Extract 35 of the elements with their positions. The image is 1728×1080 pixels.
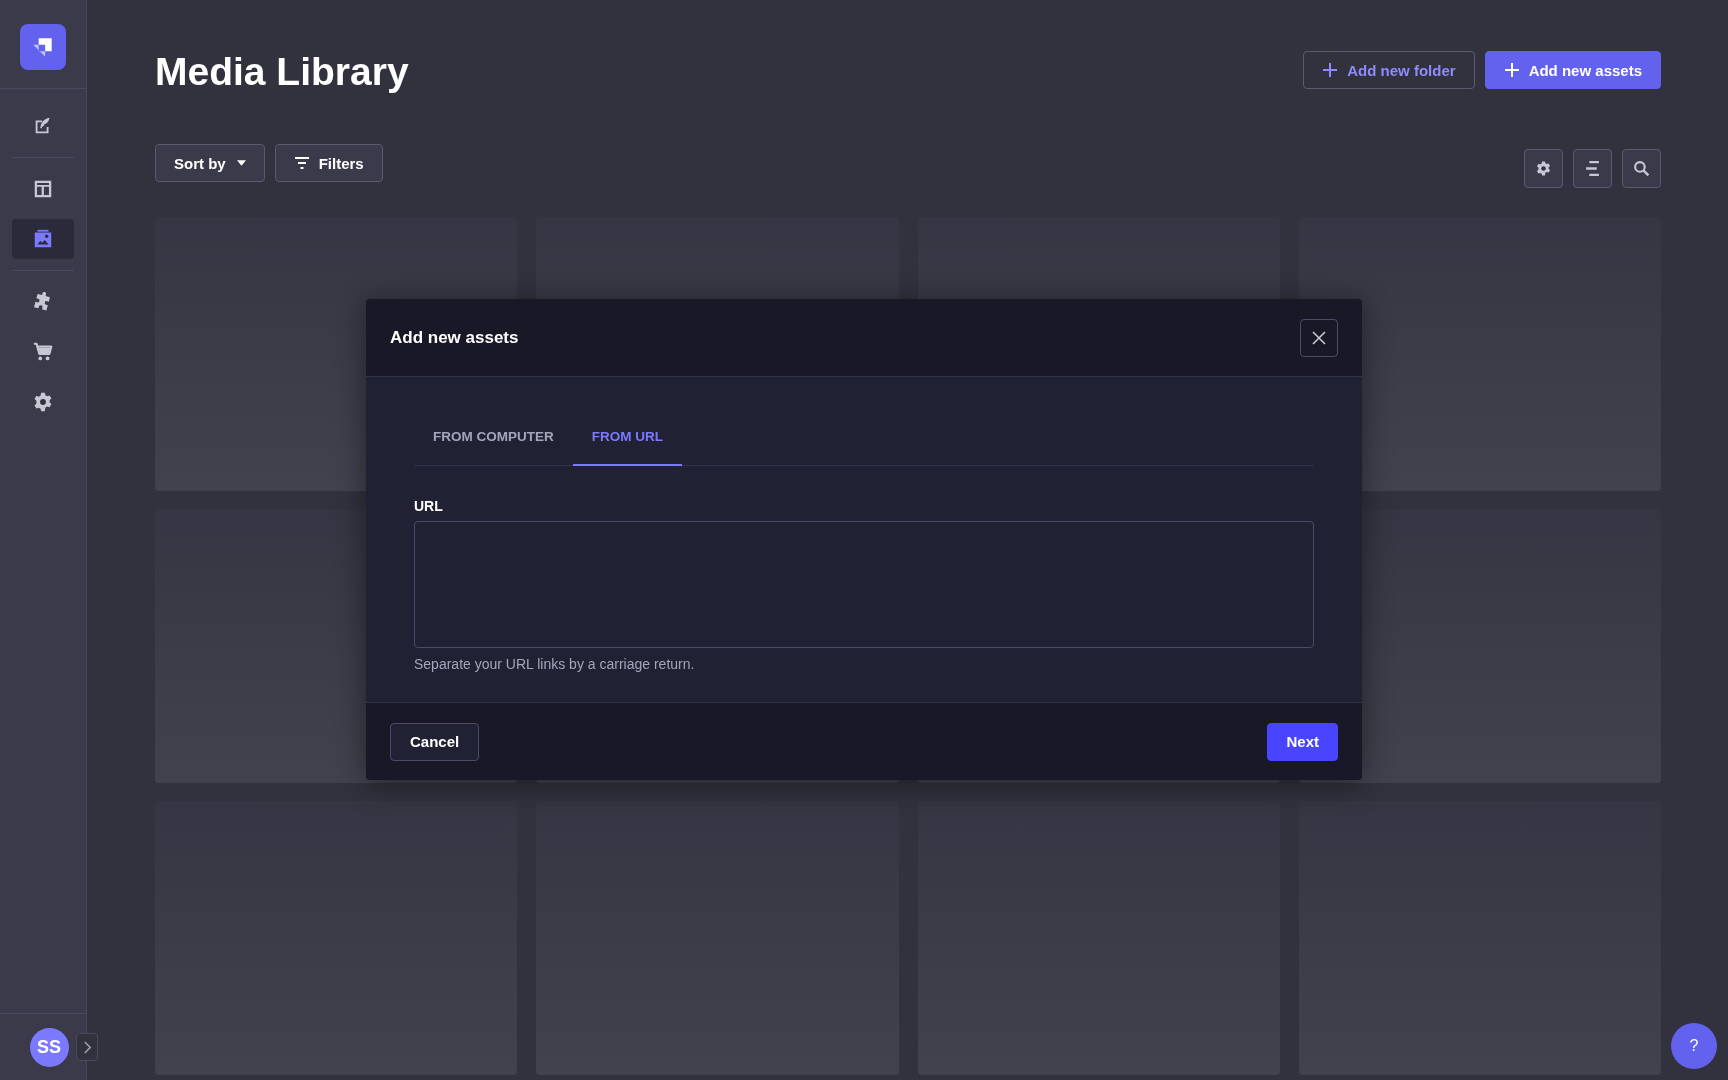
url-input-field[interactable]: [414, 521, 1314, 648]
cart-icon: [32, 341, 54, 363]
search-icon: [1633, 160, 1650, 177]
user-avatar[interactable]: SS: [29, 1027, 69, 1067]
dialog-title: Add new assets: [390, 327, 519, 348]
primary-button[interactable]: Add new assets: [1484, 51, 1661, 89]
plus-icon: [1322, 62, 1339, 78]
secondary-button[interactable]: Add new folder: [1303, 51, 1475, 89]
settings-icon: [1535, 160, 1552, 177]
settings-button[interactable]: [1524, 149, 1563, 188]
search-button[interactable]: [1622, 149, 1661, 188]
logo-icon[interactable]: [20, 24, 66, 70]
primary-button[interactable]: Next: [1267, 722, 1338, 761]
secondary-button[interactable]: Cancel: [390, 722, 480, 761]
close-icon: [1311, 329, 1327, 346]
settings-icon: [32, 391, 54, 413]
close-button[interactable]: [1300, 318, 1338, 357]
layout-icon: [32, 178, 54, 200]
image-icon: [32, 228, 54, 250]
sort-button[interactable]: Sort by: [155, 144, 265, 182]
plus-icon: [1503, 62, 1520, 78]
help-button[interactable]: ?: [1671, 1023, 1717, 1069]
view-toggle-button[interactable]: [1573, 149, 1612, 188]
nav-item[interactable]: [12, 219, 74, 259]
expand-button[interactable]: [76, 1033, 98, 1061]
tab[interactable]: FROM URL: [572, 415, 682, 466]
list-lines-icon: [1584, 160, 1601, 177]
chevron-right-icon: [82, 1040, 92, 1054]
caret-icon: [236, 160, 246, 166]
page-title: Media Library: [155, 49, 409, 94]
field-hint: Separate your URL links by a carriage return.: [414, 656, 695, 672]
filter-icon: [293, 155, 310, 171]
field-label: URL: [414, 498, 443, 514]
filters-button[interactable]: Filters: [274, 144, 383, 182]
tab[interactable]: FROM COMPUTER: [414, 415, 573, 466]
